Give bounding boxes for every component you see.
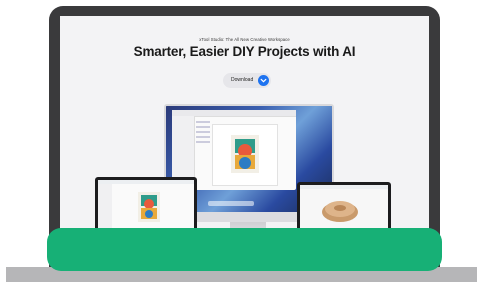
artwork-illustration	[231, 135, 259, 173]
wood-model-icon	[322, 201, 358, 222]
artwork-thumbnail	[138, 192, 160, 222]
green-banner	[47, 228, 442, 271]
design-canvas	[212, 124, 278, 186]
download-label: Download	[231, 77, 254, 83]
eyebrow-text: xTool Studio: The All New Creative Works…	[199, 37, 290, 42]
small-laptop-right-app	[300, 185, 388, 232]
small-laptop-left-app	[98, 180, 194, 231]
layer-list	[196, 118, 210, 184]
dock	[208, 201, 254, 206]
download-button[interactable]: Download	[223, 73, 271, 88]
chevron-down-icon	[258, 75, 269, 86]
page-title: Smarter, Easier DIY Projects with AI	[133, 44, 356, 59]
small-laptop-left	[95, 177, 197, 231]
small-laptop-right	[297, 182, 391, 232]
